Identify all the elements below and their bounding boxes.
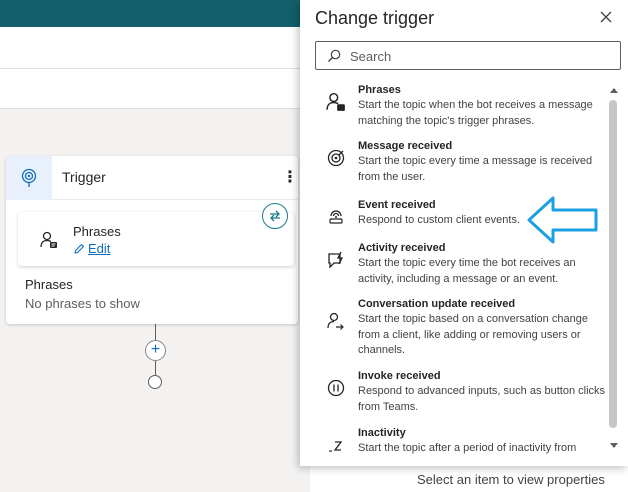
- scroll-thumb[interactable]: [609, 100, 617, 428]
- panel-scrollbar[interactable]: [608, 88, 620, 453]
- search-input[interactable]: [350, 47, 610, 65]
- edit-link[interactable]: Edit: [73, 241, 110, 256]
- trigger-node-header: Trigger ⋮: [6, 156, 298, 200]
- callout-arrow-icon: [527, 196, 598, 244]
- message-received-icon: [326, 148, 346, 168]
- close-icon[interactable]: [599, 10, 613, 24]
- phrases-trigger-box[interactable]: Phrases Edit: [18, 212, 294, 266]
- trigger-option-invoke-received[interactable]: Invoke received Respond to advanced inpu…: [315, 370, 608, 413]
- trigger-option-phrases[interactable]: Phrases Start the topic when the bot rec…: [315, 84, 608, 132]
- trigger-option-message-received[interactable]: Message received Start the topic every t…: [315, 140, 608, 188]
- trigger-option-desc: Start the topic when the bot receives a …: [358, 99, 593, 127]
- swap-icon: [270, 210, 280, 222]
- change-trigger-button[interactable]: [262, 203, 288, 229]
- end-node: [148, 375, 162, 389]
- trigger-title: Trigger: [62, 169, 106, 185]
- editor-header: [0, 27, 310, 69]
- editor-toolbar: [0, 69, 310, 109]
- trigger-option-title: Message received: [358, 140, 453, 152]
- no-phrases-text: No phrases to show: [25, 296, 140, 311]
- trigger-option-title: Activity received: [358, 242, 446, 254]
- scroll-down-icon[interactable]: [610, 443, 618, 448]
- phrases-icon: [326, 92, 346, 112]
- trigger-option-desc: Respond to advanced inputs, such as butt…: [358, 385, 606, 413]
- trigger-option-title: Invoke received: [358, 370, 441, 382]
- phrases-section-label: Phrases: [25, 277, 73, 292]
- trigger-option-title: Inactivity: [358, 427, 406, 439]
- properties-hint: Select an item to view properties: [417, 472, 605, 487]
- pencil-icon: [74, 243, 85, 254]
- trigger-option-conversation-update[interactable]: Conversation update received Start the t…: [315, 298, 608, 362]
- search-icon: [328, 49, 341, 62]
- trigger-option-desc: Start the topic after a period of inacti…: [358, 442, 577, 454]
- event-received-icon: [326, 207, 346, 227]
- trigger-option-title: Phrases: [358, 84, 401, 96]
- conversation-update-icon: [326, 312, 346, 332]
- search-box[interactable]: [315, 41, 621, 70]
- trigger-option-activity-received[interactable]: Activity received Start the topic every …: [315, 242, 608, 290]
- trigger-option-desc: Start the topic every time a message is …: [358, 155, 593, 183]
- more-options-icon[interactable]: ⋮: [282, 168, 298, 188]
- phrases-title: Phrases: [73, 224, 121, 239]
- inactivity-icon: [326, 435, 346, 455]
- trigger-option-inactivity[interactable]: Inactivity Start the topic after a perio…: [315, 427, 608, 462]
- scroll-up-icon[interactable]: [610, 88, 618, 93]
- invoke-received-icon: [326, 378, 346, 398]
- trigger-option-desc: Start the topic based on a conversation …: [358, 313, 588, 356]
- trigger-option-title: Event received: [358, 199, 436, 211]
- edit-label: Edit: [88, 241, 111, 256]
- trigger-option-desc: Start the topic every time the bot recei…: [358, 257, 576, 285]
- trigger-option-title: Conversation update received: [358, 298, 516, 310]
- phrases-icon: [40, 231, 58, 254]
- trigger-icon: [6, 156, 52, 200]
- trigger-list: Phrases Start the topic when the bot rec…: [315, 78, 608, 462]
- activity-received-icon: [326, 250, 346, 270]
- panel-title: Change trigger: [315, 8, 435, 28]
- add-node-button[interactable]: +: [145, 340, 166, 361]
